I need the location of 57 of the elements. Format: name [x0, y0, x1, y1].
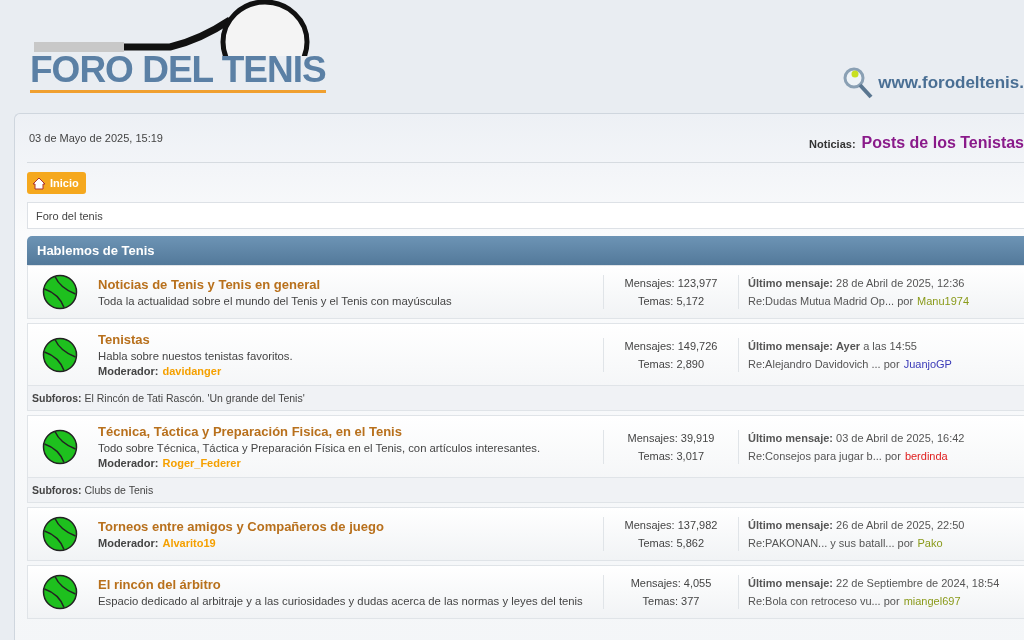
moderator-label: Moderador: — [98, 457, 159, 469]
news-link[interactable]: Posts de los Tenistas — [861, 134, 1024, 152]
magnifier-icon — [842, 66, 875, 100]
tennis-ball-icon — [42, 274, 78, 310]
board-description: Habla sobre nuestos tenistas favoritos. — [98, 350, 294, 362]
last-poster-link[interactable]: Manu1974 — [917, 295, 970, 307]
last-topic-link[interactable]: Re:Dudas Mutua Madrid Op... por — [748, 295, 914, 307]
moderator-label: Moderador: — [98, 537, 159, 549]
post-count: Mensajes: 137,982 — [624, 519, 718, 531]
home-button[interactable]: Inicio — [27, 172, 86, 194]
last-poster-link[interactable]: JuanjoGP — [903, 357, 952, 370]
last-poster-link[interactable]: miangel697 — [903, 595, 961, 607]
tennis-ball-icon — [42, 428, 78, 465]
post-count: Mensajes: 123,977 — [624, 277, 718, 289]
topic-count: Temas: 5,862 — [637, 537, 704, 549]
moderator-label: Moderador: — [98, 365, 159, 377]
last-post-date: Último mensaje: 28 de Abril de 2025, 12:36 — [748, 277, 965, 289]
moderator-link[interactable]: davidanger — [162, 365, 222, 377]
current-date: 03 de Mayo de 2025, 15:19 — [29, 132, 163, 144]
last-post-date: Último mensaje: 22 de Septiembre de 2024, 18:54 — [748, 577, 1000, 589]
moderator-link[interactable]: Alvarito19 — [162, 537, 216, 549]
board-description: Toda la actualidad sobre el mundo del Tenis y el Tenis con mayúsculas — [98, 295, 453, 307]
post-count: Mensajes: 4,055 — [630, 577, 712, 589]
moderator-link[interactable]: Roger_Federer — [162, 457, 241, 469]
last-topic-link[interactable]: Re:PAKONAN... y sus batall... por — [748, 537, 914, 549]
board-title[interactable]: Noticias de Tenis y Tenis en general — [98, 277, 603, 292]
board-title[interactable]: El rincón del árbitro — [98, 577, 603, 592]
tennis-ball-icon — [42, 516, 78, 552]
last-topic-link[interactable]: Re:Alejandro Davidovich ... por — [748, 357, 900, 370]
post-count: Mensajes: 149,726 — [624, 339, 718, 352]
house-icon — [32, 176, 46, 190]
breadcrumb-link[interactable]: Foro del tenis — [36, 209, 103, 222]
last-poster-link[interactable]: Pako — [917, 537, 943, 549]
board-title[interactable]: Técnica, Táctica y Preparación Fisica, en el Tenis — [98, 424, 603, 439]
last-post-date: Último mensaje: Ayer a las 14:55 — [748, 339, 917, 352]
subforums-text: Subforos: El Rincón de Tati Rascón. 'Un grande del Tenis' — [32, 392, 305, 404]
topic-count: Temas: 3,017 — [637, 449, 704, 462]
news-label: Noticias: — [809, 138, 856, 150]
topic-count: Temas: 5,172 — [637, 295, 704, 307]
topic-count: Temas: 2,890 — [637, 357, 704, 370]
board-title[interactable]: Torneos entre amigos y Compañeros de juego — [98, 519, 603, 534]
tennis-ball-icon — [42, 336, 78, 373]
category-header: Hablemos de Tenis — [27, 236, 1024, 265]
last-post-date: Último mensaje: 26 de Abril de 2025, 22:50 — [748, 519, 965, 531]
last-poster-link[interactable]: berdinda — [904, 449, 948, 462]
last-topic-link[interactable]: Re:Consejos para jugar b... por — [748, 449, 901, 462]
logo-text: FORO DEL TENIS — [30, 50, 326, 93]
board-description: Todo sobre Técnica, Táctica y Preparación Física en el Tenis, con artículos interesantes. — [98, 442, 542, 454]
board-title[interactable]: Tenistas — [98, 332, 603, 347]
site-url: www.forodeltenis. — [878, 73, 1024, 93]
post-count: Mensajes: 39,919 — [627, 431, 715, 444]
last-post-date: Último mensaje: 03 de Abril de 2025, 16:42 — [748, 431, 965, 444]
tennis-ball-icon — [42, 574, 78, 610]
last-topic-link[interactable]: Re:Bola con retroceso vu... por — [748, 595, 900, 607]
topic-count: Temas: 377 — [642, 595, 700, 607]
subforums-text: Subforos: Clubs de Tenis — [32, 484, 154, 496]
board-description: Espacio dedicado al arbitraje y a las curiosidades y dudas acerca de las normas y leyes del tenis — [98, 595, 584, 607]
